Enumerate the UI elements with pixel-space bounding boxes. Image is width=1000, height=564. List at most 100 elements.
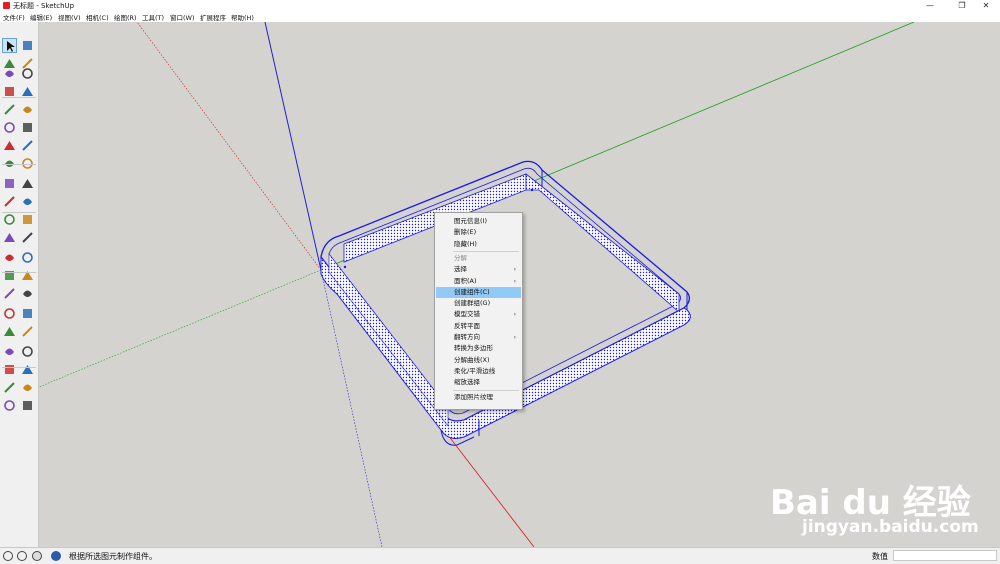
context-menu-item[interactable]: 分解曲线(X) (436, 355, 521, 366)
follow-me-icon[interactable] (20, 176, 35, 191)
3d-text-icon[interactable] (20, 250, 35, 265)
context-menu-item-label: 反转平面 (454, 321, 480, 330)
menu-view[interactable]: 视图(V) (58, 12, 81, 22)
menu-file[interactable]: 文件(F) (3, 12, 25, 22)
context-menu-item[interactable]: 模型交错 › (436, 309, 521, 320)
info-icon[interactable] (3, 551, 13, 561)
user-icon[interactable] (32, 551, 42, 561)
menu-edit[interactable]: 编辑(E) (30, 12, 52, 22)
select-icon[interactable] (2, 38, 17, 53)
text-icon[interactable] (20, 230, 35, 245)
watermark-url: jingyan.baidu.com (802, 517, 979, 537)
context-menu-separator (453, 250, 519, 252)
minimize-button[interactable]: — (916, 0, 944, 11)
house-icon[interactable] (2, 380, 17, 395)
context-menu-item-label: 模型交错 (454, 310, 480, 319)
protractor-icon[interactable] (2, 230, 17, 245)
context-menu-item-label: 分解 (454, 253, 467, 262)
toolbar-separator (2, 212, 36, 213)
baidu-watermark: Bai du 经验 jingyan.baidu.com (770, 455, 990, 545)
context-menu-item-label: 翻转方向 (454, 333, 480, 341)
offset-icon[interactable] (20, 194, 35, 209)
menu-bar: 文件(F) 编辑(E) 视图(V) 相机(C) 绘图(R) 工具(T) 窗口(W… (0, 11, 1000, 22)
menu-extensions[interactable]: 扩展程序 (200, 12, 226, 22)
eraser-icon[interactable] (20, 38, 35, 53)
position-camera-icon[interactable] (2, 324, 17, 339)
context-menu-item-label: 隐藏(H) (454, 239, 477, 248)
house-outline-icon[interactable] (2, 398, 17, 413)
context-menu-item[interactable]: 柔化/平滑边线 (436, 366, 521, 377)
dimension-icon[interactable] (20, 212, 35, 227)
axes-icon[interactable] (2, 250, 17, 265)
context-menu-item[interactable]: 添加照片纹理 (436, 392, 521, 403)
title-bar: 无标题 - SketchUp — ❐ ✕ (0, 0, 1000, 11)
pan-icon[interactable] (20, 268, 35, 283)
context-menu-item-label: 分解曲线(X) (454, 355, 490, 364)
help-circle-icon[interactable] (17, 551, 27, 561)
arc-icon[interactable] (2, 120, 17, 135)
submenu-arrow-icon: › (513, 311, 516, 319)
context-menu-item-label: 缩放选择 (454, 378, 480, 387)
measurements-input[interactable] (893, 550, 997, 561)
pencil-icon[interactable] (2, 66, 17, 81)
three-point-arc-icon[interactable] (2, 138, 17, 153)
context-menu-item[interactable]: 隐藏(H) (436, 239, 521, 250)
context-menu-item-label: 创建群组(G) (454, 299, 491, 308)
submenu-arrow-icon: › (513, 266, 516, 274)
zoom-window-icon[interactable] (20, 286, 35, 301)
section-plane-icon[interactable] (20, 344, 35, 359)
context-menu: 图元信息(I) 删除(E) 隐藏(H) 分解 选择 › 面积(A) › 创建组件(C) 创建群组(… (434, 212, 523, 410)
rotate-icon[interactable] (2, 176, 17, 191)
green-axis-negative (39, 269, 322, 388)
menu-draw[interactable]: 绘图(R) (114, 12, 137, 22)
context-menu-item[interactable]: 缩放选择 (436, 377, 521, 388)
context-menu-item[interactable]: 创建群组(G) (436, 298, 521, 309)
zoom-extents-icon[interactable] (2, 306, 17, 321)
context-menu-item-label: 图元信息(I) (454, 217, 487, 225)
context-menu-item-label: 添加照片纹理 (454, 392, 493, 401)
polygon-icon[interactable] (20, 102, 35, 117)
house-roof-icon[interactable] (20, 398, 35, 413)
context-menu-item-label: 柔化/平滑边线 (454, 366, 496, 375)
two-point-arc-icon[interactable] (20, 120, 35, 135)
context-menu-item[interactable]: 转换为多边形 (436, 343, 521, 354)
menu-camera[interactable]: 相机(C) (86, 12, 109, 22)
circle-icon[interactable] (2, 102, 17, 117)
toolbar-separator (2, 272, 36, 273)
context-menu-item[interactable]: 删除(E) (436, 227, 521, 238)
context-menu-item[interactable]: 反转平面 (436, 321, 521, 332)
context-menu-item-label: 转换为多边形 (454, 344, 493, 353)
context-menu-item[interactable]: 选择 › (436, 264, 521, 275)
window-title: 无标题 - SketchUp (13, 2, 75, 10)
geo-location-icon[interactable] (51, 551, 61, 561)
walk-icon[interactable] (2, 344, 17, 359)
menu-window[interactable]: 窗口(W) (170, 12, 195, 22)
context-menu-item-label: 面积(A) (454, 276, 477, 285)
tape-measure-icon[interactable] (2, 212, 17, 227)
context-menu-item[interactable]: 图元信息(I) (436, 216, 521, 227)
toolbar-separator (2, 164, 36, 165)
sketchup-app-icon (3, 2, 10, 9)
zoom-icon[interactable] (2, 286, 17, 301)
scale-icon[interactable] (2, 194, 17, 209)
orbit-icon[interactable] (2, 268, 17, 283)
warehouse-icon[interactable] (2, 362, 17, 377)
look-around-icon[interactable] (20, 324, 35, 339)
close-button[interactable]: ✕ (972, 0, 1000, 11)
menu-help[interactable]: 帮助(H) (231, 12, 254, 22)
context-menu-item[interactable]: 创建组件(C) (436, 286, 521, 298)
status-message: 根据所选图元制作组件。 (69, 552, 157, 561)
house-section-icon[interactable] (20, 380, 35, 395)
previous-view-icon[interactable] (20, 306, 35, 321)
context-menu-item[interactable]: 面积(A) › (436, 276, 521, 287)
submenu-arrow-icon: › (513, 334, 516, 341)
context-menu-item[interactable]: 翻转方向 › (436, 332, 521, 343)
measurements-label: 数值 (872, 552, 888, 561)
pie-icon[interactable] (20, 138, 35, 153)
context-menu-separator (453, 389, 519, 391)
toolbar-separator (2, 97, 36, 98)
blue-axis-positive (264, 22, 322, 271)
menu-tools[interactable]: 工具(T) (142, 12, 164, 22)
freehand-icon[interactable] (20, 66, 35, 81)
extension-warehouse-icon[interactable] (20, 362, 35, 377)
